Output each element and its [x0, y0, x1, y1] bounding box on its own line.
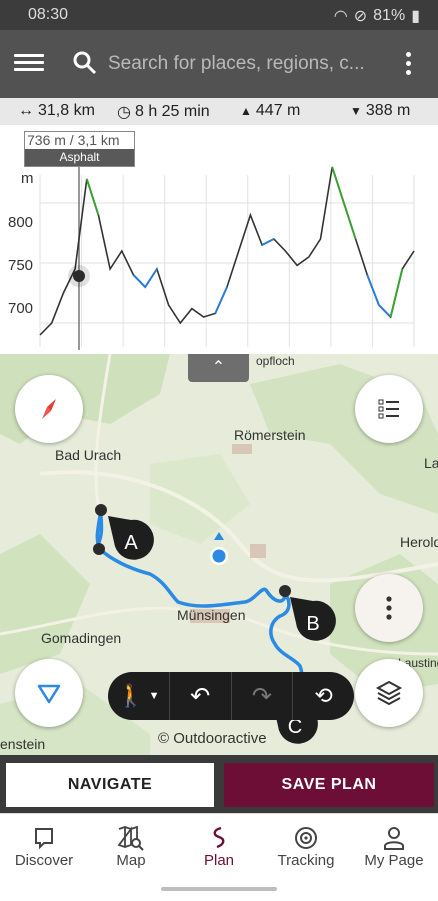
- map-label: opfloch: [256, 354, 295, 368]
- ascent-icon: ▲: [240, 104, 252, 118]
- redo-button[interactable]: ↷: [232, 672, 294, 720]
- route-point[interactable]: [93, 543, 105, 555]
- close-loop-button[interactable]: ⟲: [293, 672, 354, 720]
- clock-icon: ◷: [117, 104, 131, 121]
- route-list-button[interactable]: [355, 375, 423, 443]
- chevron-up-icon: ⌃: [211, 359, 226, 376]
- route-stats: ↔ 31,8 km ◷ 8 h 25 min ▲ 447 m ▼ 388 m: [0, 98, 438, 125]
- stat-duration: ◷ 8 h 25 min: [117, 102, 210, 122]
- profile-tooltip: 736 m / 3,1 km Asphalt: [24, 131, 135, 167]
- nav-my-page[interactable]: My Page: [350, 824, 438, 869]
- map-search-icon: [87, 824, 175, 852]
- action-bar: NAVIGATE SAVE PLAN: [0, 755, 438, 813]
- battery-level: 81%: [373, 7, 406, 24]
- nav-tracking[interactable]: Tracking: [262, 824, 350, 869]
- tooltip-surface: Asphalt: [25, 149, 134, 166]
- distance-value: 31,8 km: [38, 102, 95, 119]
- waypoint-b-marker[interactable]: B: [290, 597, 336, 643]
- more-options-button[interactable]: [396, 46, 420, 80]
- status-bar: 08:30 ◠ ⊘ 81% ▮: [0, 0, 438, 30]
- status-time: 08:30: [28, 6, 69, 23]
- user-icon: [350, 824, 438, 852]
- current-location: [212, 549, 226, 563]
- route-point[interactable]: [95, 504, 107, 516]
- search-input[interactable]: [106, 48, 375, 80]
- save-plan-button[interactable]: SAVE PLAN: [224, 763, 434, 807]
- elevation-line: [39, 166, 415, 336]
- nav-plan[interactable]: Plan: [175, 824, 263, 869]
- funnel-icon: [37, 684, 61, 704]
- route-point[interactable]: [279, 585, 291, 597]
- waypoint-b-label: B: [306, 613, 319, 635]
- nav-map-label: Map: [116, 852, 146, 869]
- y-tick-700: 700: [8, 300, 33, 317]
- bottom-navigation: Discover Map Plan Tracking My Page: [0, 813, 438, 901]
- discover-icon: [0, 824, 88, 852]
- nav-tracking-label: Tracking: [277, 852, 335, 869]
- dnd-icon: ⊘: [353, 8, 368, 25]
- hiker-icon: 🚶: [117, 683, 145, 708]
- map-label: Gomadingen: [41, 630, 122, 646]
- elevation-line-trail-segment: [85, 166, 404, 318]
- nav-plan-label: Plan: [203, 852, 235, 869]
- map-attribution: © Outdooractive: [158, 730, 267, 747]
- waypoint-a-label: A: [124, 532, 138, 554]
- undo-button[interactable]: ↶: [170, 672, 232, 720]
- planning-toolbar: 🚶 ▼ ↶ ↷ ⟲: [108, 672, 354, 720]
- compass-button[interactable]: [15, 375, 83, 443]
- caret-down-icon: ▼: [148, 690, 160, 702]
- stat-distance: ↔ 31,8 km: [18, 102, 95, 120]
- loop-icon: ⟲: [314, 683, 333, 708]
- ascent-value: 447 m: [255, 102, 301, 119]
- nav-discover[interactable]: Discover: [0, 824, 88, 869]
- stat-descent: ▼ 388 m: [350, 102, 410, 120]
- gesture-handle: [161, 887, 277, 891]
- more-vertical-icon: [386, 596, 392, 620]
- wifi-icon: ◠: [333, 8, 348, 25]
- tooltip-position: 736 m / 3,1 km: [27, 132, 120, 148]
- descent-value: 388 m: [365, 102, 411, 119]
- menu-button[interactable]: [14, 50, 44, 76]
- tracking-icon: [262, 824, 350, 852]
- nav-my-page-label: My Page: [364, 852, 424, 869]
- map-label: Römerstein: [234, 427, 306, 443]
- filter-button[interactable]: [15, 659, 83, 727]
- navigate-button[interactable]: NAVIGATE: [6, 763, 214, 807]
- map-label: Bad Urach: [55, 447, 122, 463]
- map-layers-button[interactable]: [355, 659, 423, 727]
- search-icon: [73, 51, 97, 75]
- layers-icon: [375, 680, 403, 706]
- y-unit-label: m: [21, 170, 34, 187]
- battery-icon: ▮: [411, 8, 420, 25]
- map-label: Münsingen: [177, 607, 246, 623]
- elevation-line-path-segment: [132, 238, 392, 318]
- map-label: La: [424, 455, 438, 471]
- y-tick-750: 750: [8, 257, 33, 274]
- stat-ascent: ▲ 447 m: [240, 102, 300, 120]
- waypoint-options-button[interactable]: [355, 574, 423, 642]
- y-tick-800: 800: [8, 214, 33, 231]
- app-bar: [0, 30, 438, 98]
- profile-cursor-point[interactable]: [73, 270, 85, 282]
- collapse-profile-button[interactable]: ⌃: [188, 354, 249, 382]
- distance-icon: ↔: [18, 102, 34, 119]
- nav-discover-label: Discover: [14, 852, 74, 869]
- redo-icon: ↷: [251, 682, 272, 710]
- list-icon: [378, 399, 399, 419]
- activity-selector[interactable]: 🚶 ▼: [108, 672, 170, 720]
- duration-value: 8 h 25 min: [134, 103, 210, 120]
- descent-icon: ▼: [350, 104, 362, 118]
- undo-icon: ↶: [190, 682, 211, 710]
- nav-map[interactable]: Map: [87, 824, 175, 869]
- waypoint-a-marker[interactable]: A: [108, 516, 154, 562]
- compass-icon: [42, 399, 56, 419]
- route-plan-icon: [175, 824, 263, 852]
- map-label: enstein: [0, 736, 46, 752]
- map-label: Herold: [400, 534, 438, 550]
